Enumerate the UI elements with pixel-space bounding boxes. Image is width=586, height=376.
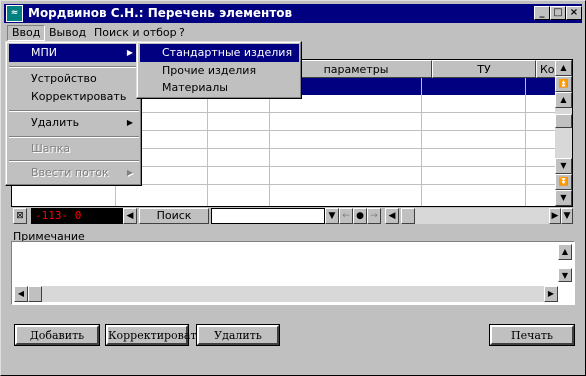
menu-item-standard[interactable]: Стандартные изделия (140, 44, 299, 62)
menu-item-header: Шапка (31, 142, 71, 155)
minimize-button[interactable]: _ (534, 6, 550, 20)
grid-line (421, 78, 422, 206)
page-down-icon[interactable]: ⏬ (555, 174, 572, 190)
menu-search[interactable]: Поиск и отбор (90, 25, 181, 41)
menu-item-stream-label: Ввести поток (31, 166, 109, 179)
column-header-params[interactable]: параметры (280, 60, 432, 78)
menu-separator (9, 160, 139, 162)
notes-scroll-left-icon[interactable]: ◀ (14, 286, 28, 302)
scroll-bottom-icon[interactable]: ▼ (555, 190, 572, 206)
menu-item-edit[interactable]: Корректировать (9, 88, 139, 106)
nav-left-icon[interactable]: ◀ (123, 208, 137, 224)
add-button[interactable]: Добавить (14, 324, 100, 346)
maximize-button[interactable]: □ (550, 6, 566, 20)
notes-horizontal-scrollbar[interactable]: ◀ ▶ (14, 286, 558, 302)
scroll-top-icon[interactable]: ▲ (555, 60, 572, 76)
submenu-mpi: Стандартные изделия Прочие изделия Матер… (136, 41, 302, 99)
menu-bar: Ввод Вывод Поиск и отбор ? (4, 24, 582, 42)
menu-vvod-dropdown: МПИ ▶ Устройство Корректировать Удалить … (5, 41, 142, 186)
menu-item-mpi[interactable]: МПИ ▶ (9, 44, 139, 62)
menu-item-device[interactable]: Устройство (9, 70, 139, 88)
column-header-qty[interactable]: Кол (536, 60, 562, 78)
notes-scroll-right-icon[interactable]: ▶ (544, 286, 558, 302)
scroll-right-icon[interactable]: ▶ (549, 208, 561, 224)
menu-separator (9, 110, 139, 112)
menu-separator (9, 136, 139, 138)
arrow-right-icon[interactable]: → (367, 208, 381, 224)
window-title: Мордвинов С.Н.: Перечень элементов (28, 6, 293, 20)
menu-separator (9, 66, 139, 68)
record-dot-icon[interactable]: ● (353, 208, 367, 224)
grid-line (525, 78, 526, 206)
column-header-tu[interactable]: ТУ (432, 60, 536, 78)
search-dropdown-icon[interactable]: ▼ (325, 208, 339, 224)
menu-vyvod[interactable]: Вывод (45, 25, 90, 41)
clear-icon[interactable]: ⊠ (13, 208, 27, 224)
menu-item-stream: Ввести поток ▶ (9, 164, 139, 182)
arrow-left-icon[interactable]: ← (339, 208, 353, 224)
scroll-up-icon[interactable]: ▲ (555, 92, 572, 108)
print-button[interactable]: Печать (489, 324, 575, 346)
search-button[interactable]: Поиск (139, 208, 209, 224)
notes-scroll-down-icon[interactable]: ▼ (558, 268, 572, 282)
search-input[interactable] (211, 208, 325, 224)
scroll-down-icon[interactable]: ▼ (555, 158, 572, 174)
scroll-thumb[interactable] (555, 114, 572, 128)
record-counter: -113- 0 (31, 208, 135, 224)
page-up-icon[interactable]: ⏫ (555, 76, 572, 92)
horizontal-scroll-track[interactable] (415, 208, 549, 224)
delete-button[interactable]: Удалить (196, 324, 280, 346)
menu-item-materials[interactable]: Материалы (140, 80, 299, 96)
main-window: ≈ Мордвинов С.Н.: Перечень элементов _ □… (0, 0, 586, 376)
notes-scroll-thumb[interactable] (28, 286, 42, 302)
scroll-down-end-icon[interactable]: ▼ (561, 208, 573, 224)
submenu-arrow-icon: ▶ (126, 168, 133, 177)
menu-item-delete[interactable]: Удалить ▶ (9, 114, 139, 132)
menu-item-mpi-label: МПИ (31, 46, 57, 59)
menu-item-other[interactable]: Прочие изделия (140, 62, 299, 80)
menu-vvod[interactable]: Ввод (7, 25, 46, 41)
submenu-arrow-icon: ▶ (126, 48, 133, 57)
scroll-left-icon[interactable]: ◀ (385, 208, 399, 224)
close-button[interactable]: × (566, 6, 582, 20)
menu-item-delete-label: Удалить (31, 116, 80, 129)
menu-help[interactable]: ? (175, 25, 189, 41)
notes-scroll-up-icon[interactable]: ▲ (558, 244, 572, 260)
title-bar: ≈ Мордвинов С.Н.: Перечень элементов _ □… (4, 4, 582, 23)
navigation-bar: ⊠ -113- 0 ◀ Поиск ▼ ← ● → ◀ ▶ ▼ (11, 207, 573, 225)
edit-button[interactable]: Корректировать (105, 324, 203, 346)
submenu-arrow-icon: ▶ (126, 118, 133, 127)
scroll-thumb-horizontal[interactable] (401, 208, 415, 224)
notes-field[interactable]: ▲ ▼ ◀ ▶ (11, 241, 575, 305)
grid-vertical-scrollbar[interactable]: ▲ ⏫ ▲ ▼ ⏬ ▼ (555, 60, 572, 206)
app-icon[interactable]: ≈ (6, 5, 23, 22)
